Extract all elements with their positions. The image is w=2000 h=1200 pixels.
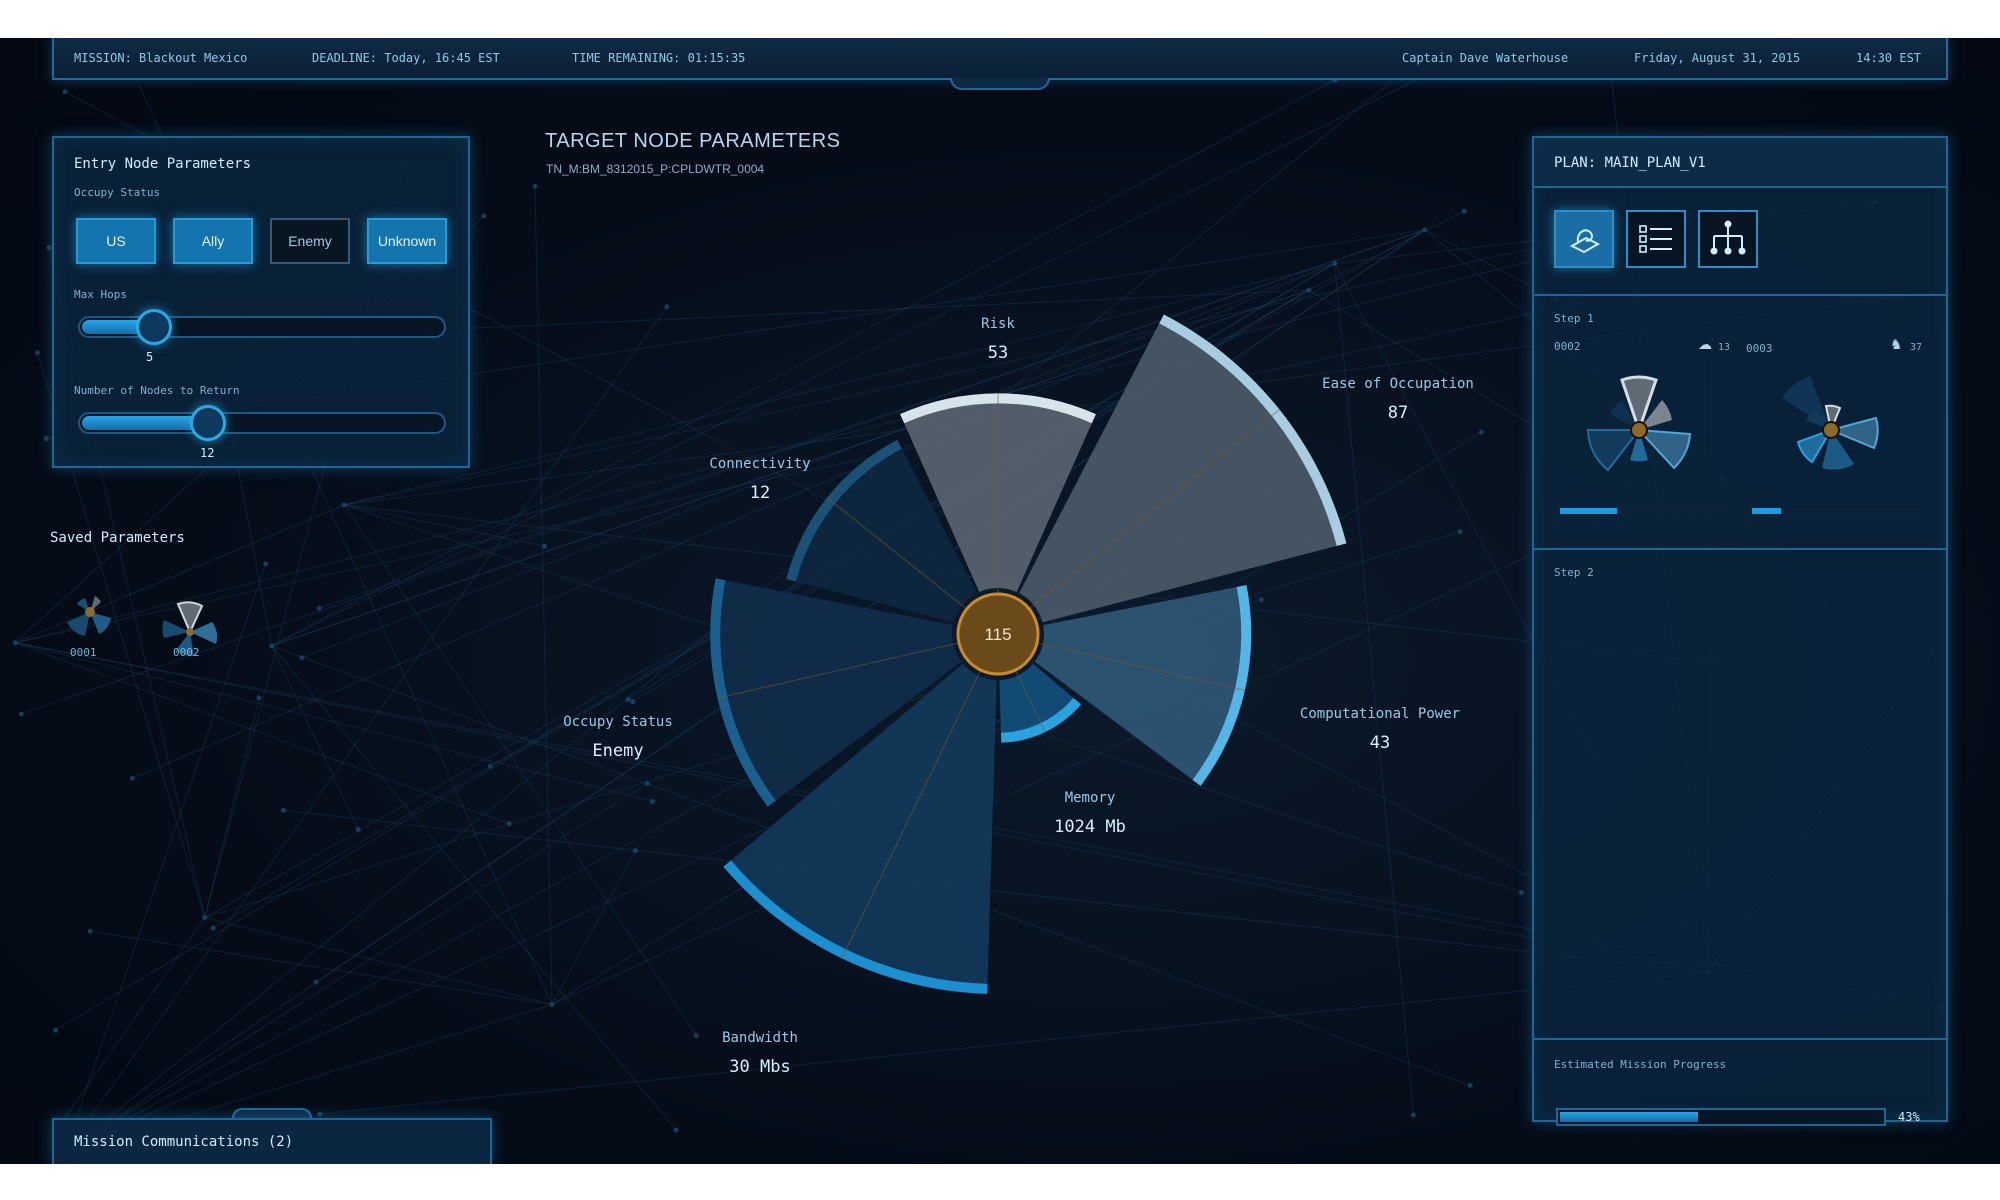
tree-view-button[interactable]: [1698, 210, 1758, 268]
progress-divider: [1534, 1038, 1946, 1040]
plan-title: PLAN: MAIN_PLAN_V1: [1554, 155, 1706, 171]
chart-axis-name-3: Memory: [1065, 790, 1116, 806]
mission-progress-fill: [1560, 1112, 1699, 1122]
chart-center-value: 115: [984, 625, 1011, 644]
step-1-node-a-progress-fill: [1560, 508, 1617, 514]
horse-icon: ♞: [1890, 336, 1903, 352]
chart-axis-value-0: 53: [988, 343, 1008, 363]
mission-communications-label: Mission Communications (2): [74, 1134, 294, 1150]
app-screen: MISSION: Blackout Mexico DEADLINE: Today…: [0, 38, 2000, 1164]
map-view-button[interactable]: [1554, 210, 1614, 268]
list-view-button[interactable]: [1626, 210, 1686, 268]
step-1-node-a-chart[interactable]: [1564, 360, 1714, 490]
step-2-label: Step 2: [1554, 566, 1594, 579]
plan-divider: [1534, 294, 1946, 296]
chart-axis-name-0: Risk: [981, 316, 1015, 332]
map-icon: [1569, 229, 1601, 254]
chart-axis-name-2: Computational Power: [1300, 706, 1460, 722]
chart-axis-value-5: Enemy: [592, 741, 643, 761]
mission-communications-tab[interactable]: Mission Communications (2): [52, 1118, 492, 1164]
chart-axis-value-1: 87: [1388, 403, 1408, 423]
plan-panel: PLAN: MAIN_PLAN_V1 Step 1 0002 ☁ 13 0003…: [1532, 136, 1948, 1126]
chart-axis-value-3: 1024 Mb: [1054, 817, 1126, 837]
mission-progress-value: 43%: [1898, 1110, 1920, 1124]
chart-axis-value-2: 43: [1370, 733, 1390, 753]
step-1-node-b-chart[interactable]: [1756, 360, 1906, 490]
chart-axis-value-6: 12: [750, 483, 770, 503]
step-divider: [1534, 548, 1946, 550]
step-1-node-b-id: 0003: [1746, 342, 1773, 355]
step-1-node-b-count: 37: [1910, 342, 1923, 353]
chart-axis-name-1: Ease of Occupation: [1322, 376, 1474, 392]
step-1-label: Step 1: [1554, 312, 1594, 325]
step-1-node-b-progress-fill: [1752, 508, 1782, 514]
tree-icon: [1710, 220, 1746, 255]
cloud-icon: ☁: [1698, 336, 1712, 352]
list-icon: [1639, 225, 1672, 253]
chart-axis-name-5: Occupy Status: [563, 714, 673, 730]
step-1-node-b-progress: [1752, 508, 1924, 514]
chart-axis-name-6: Connectivity: [709, 456, 810, 472]
step-1-node-a-progress: [1560, 508, 1732, 514]
mission-progress-bar: [1556, 1108, 1886, 1126]
plan-header: PLAN: MAIN_PLAN_V1: [1534, 138, 1946, 188]
chart-axis-name-4: Bandwidth: [722, 1030, 798, 1046]
step-1-node-a-count: 13: [1718, 342, 1731, 353]
chart-axis-value-4: 30 Mbs: [729, 1057, 790, 1077]
step-1-node-a-id: 0002: [1554, 340, 1581, 353]
mission-progress-label: Estimated Mission Progress: [1554, 1058, 1727, 1071]
